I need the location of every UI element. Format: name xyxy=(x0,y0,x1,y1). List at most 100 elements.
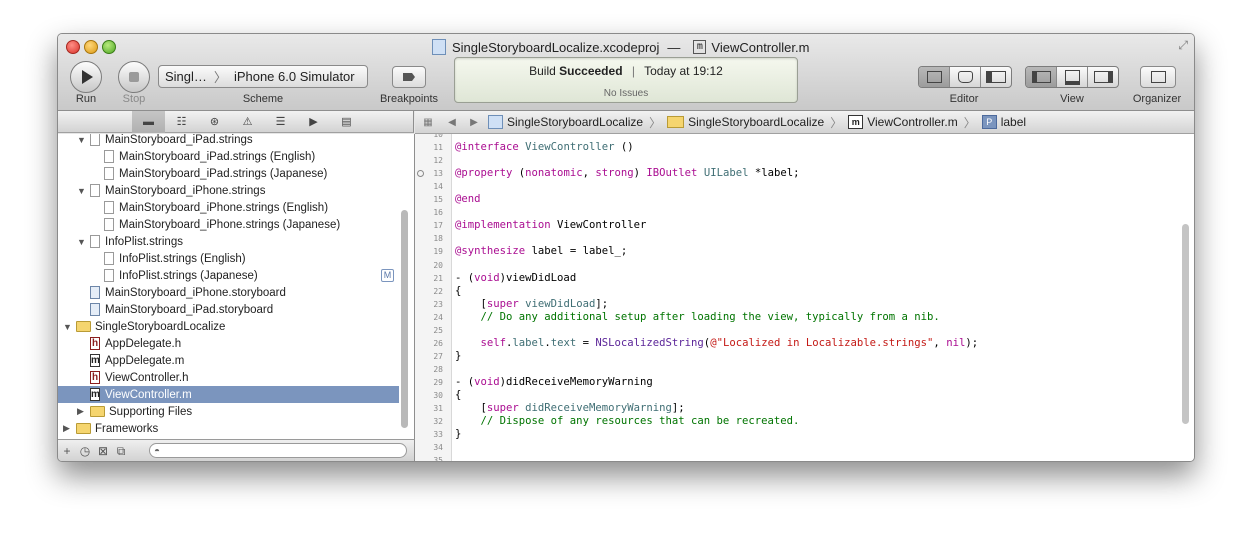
related-files-icon[interactable]: ▦ xyxy=(415,117,441,128)
code-line[interactable]: - (void)didReceiveMemoryWarning xyxy=(455,376,653,388)
close-window-button[interactable] xyxy=(66,40,80,54)
project-navigator-tab[interactable]: ▬ xyxy=(132,110,165,133)
navigator-item[interactable]: h AppDelegate.h xyxy=(58,335,399,352)
code-line[interactable]: } xyxy=(455,350,461,362)
disclosure-open-icon[interactable]: ▼ xyxy=(77,135,86,145)
navigator-item[interactable]: ▼ MainStoryboard_iPad.strings xyxy=(58,134,399,148)
folder-icon xyxy=(76,321,91,332)
code-line[interactable]: [super viewDidLoad]; xyxy=(455,298,609,310)
fullscreen-icon[interactable]: ⤢ xyxy=(1178,38,1188,53)
storyboard-icon xyxy=(90,286,100,299)
jump-bar: ▦ ◀ ▶ SingleStoryboardLocalize 〉 SingleS… xyxy=(415,111,1194,134)
scm-filter-icon[interactable]: ⊠ xyxy=(94,444,112,458)
navigator-item[interactable]: MainStoryboard_iPhone.strings (Japanese) xyxy=(58,216,399,233)
scheme-popup[interactable]: Singl… 〉 iPhone 6.0 Simulator xyxy=(158,65,368,88)
line-number: 30 xyxy=(433,391,443,400)
navigator-item[interactable]: MainStoryboard_iPad.storyboard xyxy=(58,301,399,318)
line-number: 19 xyxy=(433,247,443,257)
navigator-item-label: SingleStoryboardLocalize xyxy=(95,320,226,333)
search-navigator-tab[interactable]: ⊛ xyxy=(198,111,231,133)
forward-button[interactable]: ▶ xyxy=(463,117,485,128)
back-button[interactable]: ◀ xyxy=(441,117,463,128)
navigator-item[interactable]: ▼ SingleStoryboardLocalize xyxy=(58,318,399,335)
line-number: 10 xyxy=(433,134,443,139)
disclosure-open-icon[interactable]: ▼ xyxy=(77,237,86,247)
log-navigator-tab[interactable]: ▤ xyxy=(330,111,363,133)
minimize-window-button[interactable] xyxy=(84,40,98,54)
recent-files-icon[interactable]: ◷ xyxy=(76,444,94,458)
navigator-scrollbar[interactable] xyxy=(401,210,408,428)
navigator-item[interactable]: MainStoryboard_iPhone.storyboard xyxy=(58,284,399,301)
breakpoints-label: Breakpoints xyxy=(379,93,439,105)
line-number-gutter[interactable]: 10 11 12 13 14 15 16 17 18 19 20 21 22 23 24 25 26 27 28 29… xyxy=(415,134,452,461)
navigator-item[interactable]: MainStoryboard_iPhone.strings (English) xyxy=(58,199,399,216)
issue-navigator-tab[interactable]: ⚠ xyxy=(231,111,264,133)
source-editor[interactable]: 10 11 12 13 14 15 16 17 18 19 20 21 22 23 24 25 26 27 28 29… xyxy=(415,134,1194,461)
code-line[interactable]: self.label.text = NSLocalizedString(@"Lo… xyxy=(455,337,979,349)
line-number: 24 xyxy=(433,312,443,322)
folder-icon: ▬ xyxy=(143,115,154,128)
code-line[interactable]: // Do any additional setup after loading… xyxy=(455,311,940,323)
code-line[interactable]: @interface ViewController () xyxy=(455,141,634,153)
code-line[interactable]: } xyxy=(455,428,461,440)
code-line[interactable]: { xyxy=(455,389,461,401)
jump-bar-project[interactable]: SingleStoryboardLocalize xyxy=(485,115,646,129)
line-number: 34 xyxy=(433,443,443,453)
symbol-navigator-tab[interactable]: ☷ xyxy=(165,111,198,133)
jump-bar-group[interactable]: SingleStoryboardLocalize xyxy=(664,115,827,129)
jump-bar-symbol[interactable]: Plabel xyxy=(979,115,1029,129)
jump-bar-group-label: SingleStoryboardLocalize xyxy=(688,115,825,129)
assistant-editor-button[interactable] xyxy=(950,67,981,87)
debug-area-toggle-button[interactable] xyxy=(1057,67,1088,87)
disclosure-closed-icon[interactable]: ▶ xyxy=(63,423,70,434)
code-line[interactable]: @synthesize label = label_; xyxy=(455,245,627,257)
code-line[interactable]: @property (nonatomic, strong) IBOutlet U… xyxy=(455,167,800,179)
build-status: Build Succeeded | Today at 19:12 xyxy=(455,64,797,78)
navigator-item-label: ViewController.m xyxy=(105,388,192,401)
navigator-item[interactable]: MainStoryboard_iPad.strings (English) xyxy=(58,148,399,165)
editor-scrollbar[interactable] xyxy=(1182,224,1189,424)
code-line[interactable]: - (void)viewDidLoad xyxy=(455,272,576,284)
stop-icon xyxy=(129,72,139,82)
zoom-window-button[interactable] xyxy=(102,40,116,54)
utilities-toggle-button[interactable] xyxy=(1088,67,1118,87)
organizer-button[interactable] xyxy=(1140,66,1176,88)
stop-button[interactable] xyxy=(118,61,150,93)
line-number: 33 xyxy=(433,430,443,440)
breakpoint-navigator-tab[interactable]: ▶ xyxy=(297,111,330,133)
chevron-right-icon: 〉 xyxy=(963,115,976,130)
navigator-item[interactable]: h ViewController.h xyxy=(58,369,399,386)
navigator-item[interactable]: InfoPlist.strings (Japanese) M xyxy=(58,267,399,284)
version-editor-button[interactable] xyxy=(981,67,1011,87)
breakpoints-button[interactable] xyxy=(392,66,426,88)
header-file-icon: h xyxy=(90,337,100,350)
code-line[interactable]: // Dispose of any resources that can be … xyxy=(455,415,800,427)
disclosure-open-icon[interactable]: ▼ xyxy=(63,322,72,332)
navigator-item[interactable]: ▶ Frameworks xyxy=(58,420,399,437)
code-line[interactable]: { xyxy=(455,285,461,297)
standard-editor-button[interactable] xyxy=(919,67,950,87)
debug-navigator-tab[interactable]: ☰ xyxy=(264,111,297,133)
code-line[interactable]: @end xyxy=(455,193,481,205)
navigator-item[interactable]: ▶ Supporting Files xyxy=(58,403,399,420)
navigator-item[interactable]: ▼ MainStoryboard_iPhone.strings xyxy=(58,182,399,199)
build-result: Succeeded xyxy=(559,64,623,78)
line-number: 31 xyxy=(433,404,443,414)
navigator-toggle-button[interactable] xyxy=(1026,67,1057,87)
navigator-item[interactable]: ▼ InfoPlist.strings xyxy=(58,233,399,250)
navigator-item[interactable]: m ViewController.m xyxy=(58,386,399,403)
navigator-item[interactable]: m AppDelegate.m xyxy=(58,352,399,369)
navigator-item[interactable]: InfoPlist.strings (English) xyxy=(58,250,399,267)
jump-bar-file[interactable]: m ViewController.m xyxy=(845,115,960,129)
disclosure-closed-icon[interactable]: ▶ xyxy=(77,406,84,417)
navigator-filter-input[interactable]: ◓ xyxy=(149,443,407,458)
xcode-window: SingleStoryboardLocalize.xcodeproj — m V… xyxy=(57,33,1195,462)
edited-files-icon[interactable]: ⧉ xyxy=(112,444,130,459)
code-line[interactable]: @implementation ViewController xyxy=(455,219,646,231)
code-line[interactable]: [super didReceiveMemoryWarning]; xyxy=(455,402,685,414)
scheme-target: Singl… xyxy=(165,69,207,84)
navigator-item[interactable]: MainStoryboard_iPad.strings (Japanese) xyxy=(58,165,399,182)
run-button[interactable] xyxy=(70,61,102,93)
disclosure-open-icon[interactable]: ▼ xyxy=(77,186,86,196)
add-file-button[interactable]: + xyxy=(58,444,76,458)
